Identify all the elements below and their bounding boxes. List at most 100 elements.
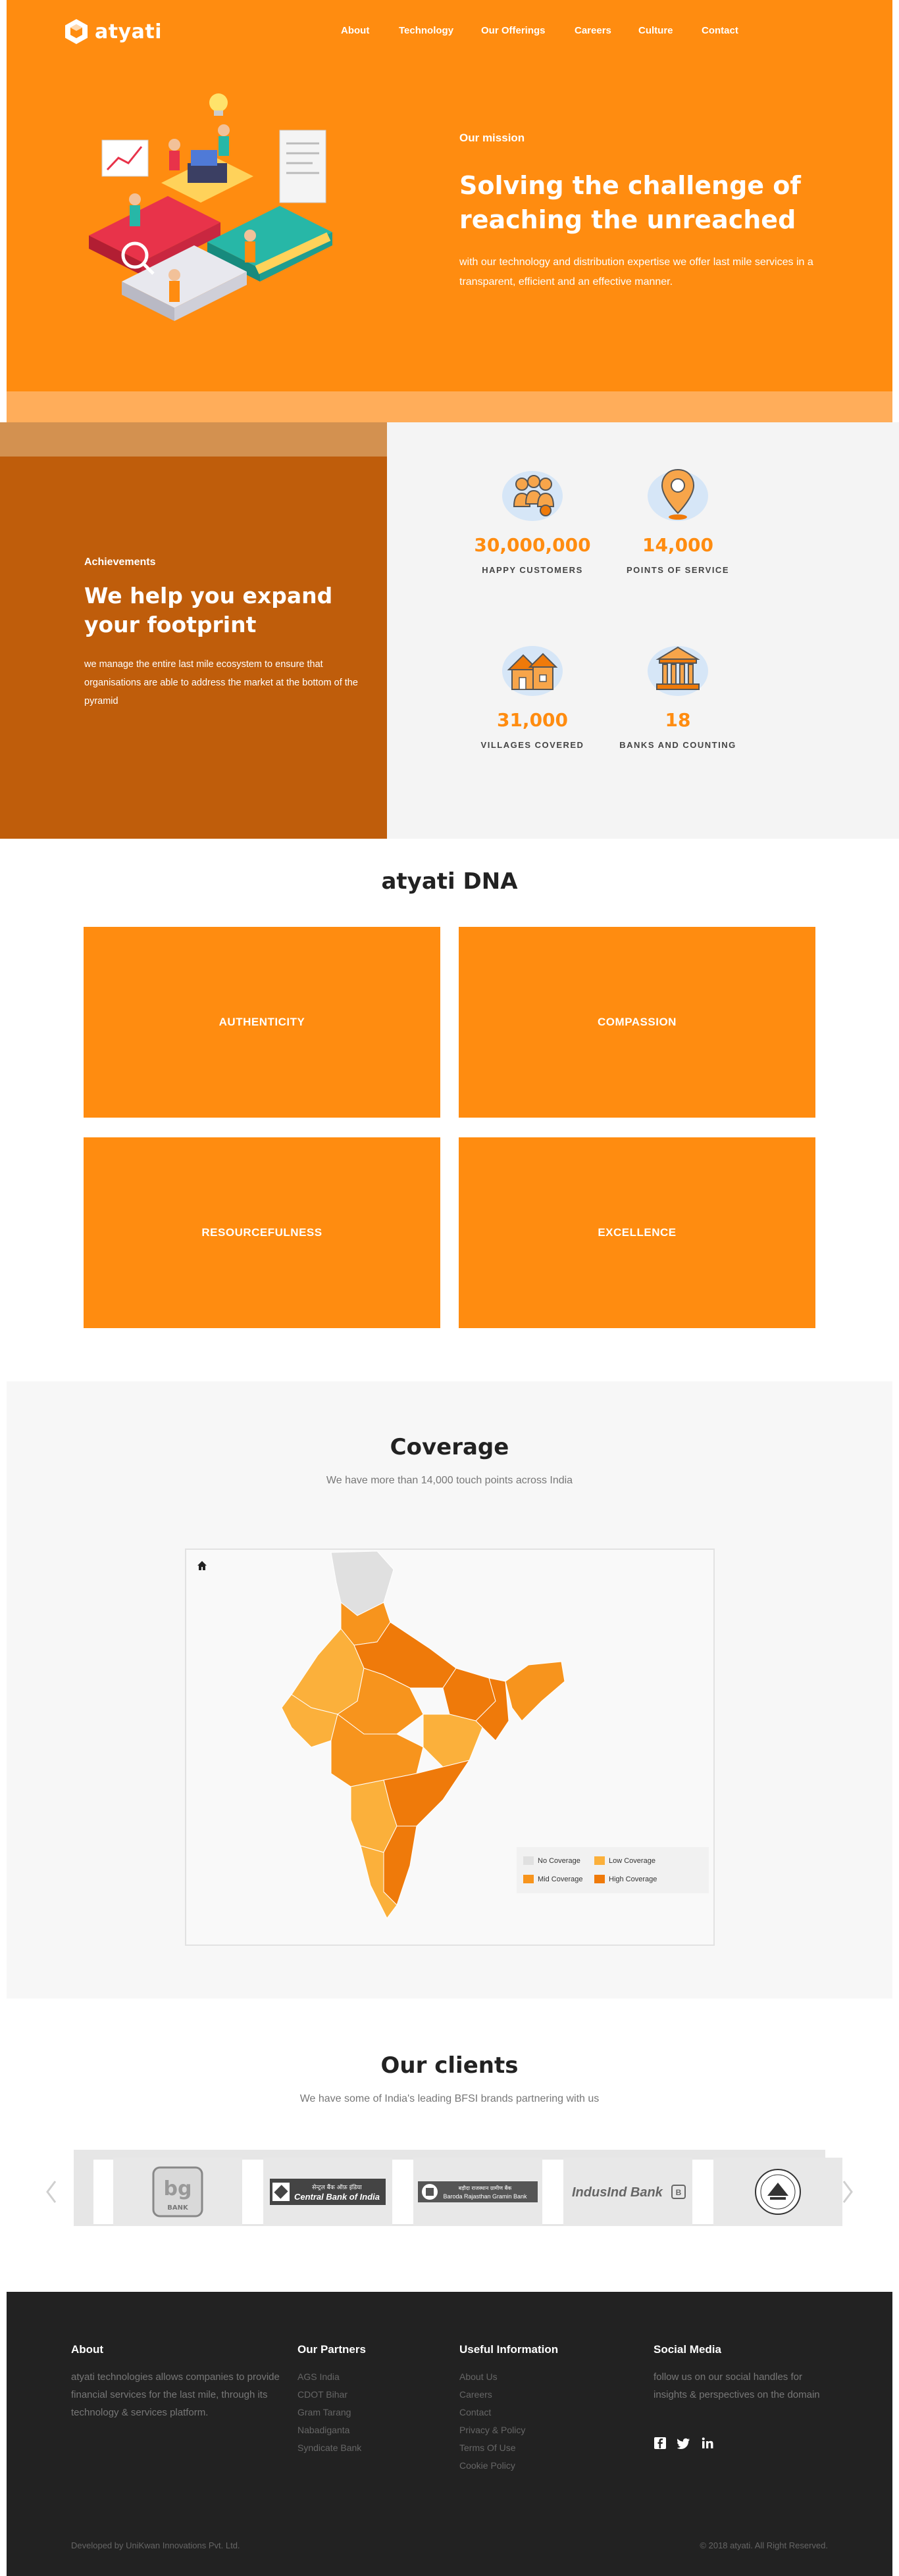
legend-swatch [523,1875,534,1883]
nav-culture[interactable]: Culture [638,25,673,36]
footer-partners-heading: Our Partners [297,2343,366,2356]
central-bank-logo: सेन्ट्रल बैंक ऑफ़ इंडिया Central Bank of… [270,2179,386,2205]
nav-contact[interactable]: Contact [702,25,738,36]
footer [7,2292,892,2576]
legend-label: Low Coverage [609,1856,655,1865]
stat-label: POINTS OF SERVICE [626,565,729,575]
footer-partner-link[interactable]: Nabadiganta [297,2421,361,2439]
footer-useful-link[interactable]: Careers [459,2386,525,2404]
svg-text:Central Bank of India: Central Bank of India [294,2192,380,2202]
linkedin-icon[interactable] [701,2437,714,2450]
svg-text:B: B [676,2188,682,2197]
people-icon [502,471,563,521]
coverage-subtitle: We have more than 14,000 touch points ac… [326,1475,573,1486]
footer-useful-link[interactable]: About Us [459,2368,525,2386]
footer-partner-link[interactable]: Syndicate Bank [297,2439,361,2457]
achievements-title: We help you expand your footprint [84,583,333,637]
legend-high-coverage: High Coverage [594,1875,657,1883]
achievements-left-band [0,422,387,457]
footer-copyright: © 2018 atyati. All Right Reserved. [700,2540,828,2550]
india-coverage-map[interactable]: No Coverage Low Coverage Mid Coverage Hi… [185,1548,715,1946]
twitter-icon[interactable] [677,2437,690,2450]
bg-bank-logo: bg BANK [152,2166,203,2217]
hero-illustration [89,93,332,321]
footer-useful-link[interactable]: Privacy & Policy [459,2421,525,2439]
client-logo-rural-bank[interactable]: बड़ौदा राजस्थान ग्रामीण बैंक Baroda Raja… [413,2158,542,2226]
achievements-label: Achievements [84,557,156,568]
footer-developed-by[interactable]: Developed by UniKwan Innovations Pvt. Lt… [71,2540,240,2550]
page: atyati About Technology Our Offerings Ca… [0,0,899,2576]
achievements-text: we manage the entire last mile ecosystem… [84,659,358,706]
legend-swatch [523,1856,534,1865]
main-nav: About Technology Our Offerings Careers C… [0,25,899,41]
client-logo-bg-bank[interactable]: bg BANK [113,2158,242,2226]
footer-useful-list: About Us Careers Contact Privacy & Polic… [459,2368,525,2475]
dna-card-compassion: COMPASSION [459,927,815,1118]
coverage-title: Coverage [390,1434,509,1460]
legend-swatch [594,1856,605,1865]
stat-value: 18 [665,709,691,731]
svg-text:IndusInd Bank: IndusInd Bank [572,2185,663,2200]
map-home-icon[interactable] [195,1559,209,1572]
footer-partner-link[interactable]: Gram Tarang [297,2404,361,2421]
nav-our-offerings[interactable]: Our Offerings [481,25,546,36]
mission-label: Our mission [459,132,525,144]
village-icon [502,646,563,696]
legend-label: Mid Coverage [538,1875,583,1883]
footer-partners-list: AGS India CDOT Bihar Gram Tarang Nabadig… [297,2368,361,2457]
facebook-icon[interactable] [654,2437,667,2450]
stat-happy-customers: 30,000,000 HAPPY CUSTOMERS [453,462,611,575]
footer-useful-link[interactable]: Terms Of Use [459,2439,525,2457]
legend-mid-coverage: Mid Coverage [523,1875,582,1883]
nav-technology[interactable]: Technology [399,25,453,36]
bank-icon [648,646,708,696]
location-pin-icon [648,468,708,521]
legend-no-coverage: No Coverage [523,1856,580,1865]
mission-text: with our technology and distribution exp… [459,257,813,287]
stat-label: HAPPY CUSTOMERS [482,565,583,575]
footer-about-heading: About [71,2343,104,2356]
footer-useful-link[interactable]: Contact [459,2404,525,2421]
footer-social-icons [654,2437,714,2450]
mission-title: Solving the challenge of reaching the un… [459,171,801,234]
svg-text:bg: bg [164,2177,192,2200]
achievements-right-band [387,422,899,457]
client-logo-indusind-bank[interactable]: IndusInd Bank B [563,2158,692,2226]
hero-bottom-strip [7,391,892,422]
nav-careers[interactable]: Careers [575,25,611,36]
clients-subtitle: We have some of India's leading BFSI bra… [299,2093,600,2104]
stat-points-of-service: 14,000 POINTS OF SERVICE [599,462,757,575]
svg-text:बड़ौदा राजस्थान ग्रामीण बैंक: बड़ौदा राजस्थान ग्रामीण बैंक [459,2185,513,2191]
nav-about[interactable]: About [341,25,369,36]
svg-text:सेन्ट्रल बैंक ऑफ़ इंडिया: सेन्ट्रल बैंक ऑफ़ इंडिया [312,2183,362,2191]
clients-title: Our clients [380,2052,519,2079]
stat-label: BANKS AND COUNTING [619,740,736,750]
dna-card-authenticity: AUTHENTICITY [84,927,440,1118]
client-logo-central-bank[interactable]: सेन्ट्रल बैंक ऑफ़ इंडिया Central Bank of… [263,2158,392,2226]
footer-useful-link[interactable]: Cookie Policy [459,2457,525,2475]
footer-social-heading: Social Media [654,2343,721,2356]
stat-villages-covered: 31,000 VILLAGES COVERED [453,637,611,750]
legend-low-coverage: Low Coverage [594,1856,655,1865]
stat-value: 30,000,000 [474,534,591,556]
map-legend: No Coverage Low Coverage Mid Coverage Hi… [517,1847,709,1893]
footer-partner-link[interactable]: CDOT Bihar [297,2386,361,2404]
legend-label: High Coverage [609,1875,657,1883]
indusind-bank-logo: IndusInd Bank B [572,2185,686,2200]
stat-label: VILLAGES COVERED [480,740,584,750]
carousel-prev-arrow-icon[interactable] [43,2179,59,2205]
svg-text:BANK: BANK [167,2204,189,2212]
achievements-left-panel [0,457,387,839]
dna-card-excellence: EXCELLENCE [459,1137,815,1328]
footer-partner-link[interactable]: AGS India [297,2368,361,2386]
stat-value: 31,000 [496,709,569,731]
svg-text:Baroda Rajasthan Gramin Bank: Baroda Rajasthan Gramin Bank [443,2193,527,2200]
legend-swatch [594,1875,605,1883]
footer-about-text: atyati technologies allows companies to … [71,2371,280,2418]
client-logo-seal-bank[interactable] [713,2158,842,2226]
legend-label: No Coverage [538,1856,580,1865]
stat-value: 14,000 [642,534,714,556]
dna-card-resourcefulness: RESOURCEFULNESS [84,1137,440,1328]
stat-banks: 18 BANKS AND COUNTING [599,637,757,750]
seal-bank-logo [755,2169,801,2215]
